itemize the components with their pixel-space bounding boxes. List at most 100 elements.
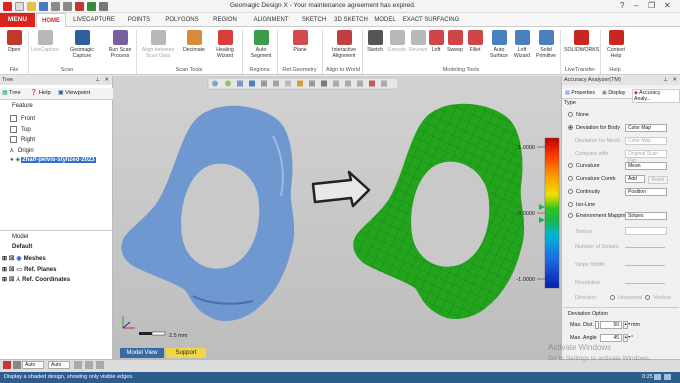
filter-auto-select[interactable]: Auto — [48, 361, 70, 369]
ribbon-button-solid-primitive[interactable]: Solid Primitive — [534, 30, 558, 59]
help-icon[interactable]: ? — [620, 1, 624, 10]
light-icon[interactable] — [297, 80, 303, 87]
ribbon-button-decimate[interactable]: Decimate — [180, 30, 208, 53]
tab-viewpoint[interactable]: ▣ Viewpoint — [58, 90, 90, 96]
ribbon-button-extrude[interactable]: Extrude — [386, 30, 408, 53]
type-option-deviation-for-mesh[interactable]: Deviation for Mesh — [575, 138, 620, 144]
tree-item-mesh-selected[interactable]: ● ◈ 2half-pelvis-stylized-2023 — [10, 156, 96, 166]
direction-vertical-radio[interactable]: Vertical — [645, 295, 671, 301]
max-angle-input[interactable]: 45 — [600, 334, 622, 342]
tab-exact-surfacing[interactable]: EXACT SURFACING — [402, 13, 460, 27]
tab-accuracy-analyzer[interactable]: ◆ Accuracy Analy... — [632, 89, 680, 103]
maximize-button[interactable]: ❐ — [648, 1, 655, 10]
stripes-count-slider[interactable] — [625, 247, 665, 248]
expand-icon[interactable]: ⊞ — [2, 267, 7, 273]
max-dist-checkbox[interactable] — [595, 321, 599, 329]
type-option-deviation-for-body[interactable]: Deviation for Body — [568, 125, 620, 131]
new-file-icon[interactable] — [15, 2, 24, 11]
3d-viewport[interactable]: 1.0000 0.0000 -1.0000 2.5 mm — [113, 76, 561, 359]
tab-help[interactable]: ❓ Help — [30, 90, 51, 96]
open-folder-icon[interactable] — [27, 2, 36, 11]
selection-mode-icon[interactable] — [13, 361, 21, 369]
checkbox-icon[interactable]: ☒ — [9, 277, 14, 283]
type-option-continuity[interactable]: Continuity — [568, 189, 600, 195]
expand-icon[interactable]: ⊞ — [2, 256, 7, 262]
model-item-ref-planes[interactable]: ⊞ ☒ ▭ Ref. Planes — [2, 266, 56, 273]
pin-icon[interactable]: ⊥ — [95, 76, 100, 85]
close-icon[interactable]: ✕ — [104, 76, 109, 85]
max-angle-spinner[interactable]: ▲▼ — [623, 334, 631, 342]
tree-item-origin[interactable]: ⅄ Origin — [10, 147, 34, 154]
type-option-curvature[interactable]: Curvature — [568, 163, 600, 169]
toolbar-tool-icon[interactable] — [75, 2, 84, 11]
ribbon-button-healing-wizard[interactable]: Healing Wizard — [210, 30, 240, 59]
type-option-iso-line[interactable]: Iso-Line — [568, 202, 595, 208]
ribbon-button-interactive-alignment[interactable]: Interactive Alignment — [328, 30, 360, 59]
undo-icon[interactable] — [51, 2, 60, 11]
type-option-curvature-comb[interactable]: Curvature Comb — [568, 176, 616, 182]
tab-region[interactable]: REGION — [208, 13, 242, 27]
wireframe-display-icon[interactable] — [261, 80, 267, 87]
view-cube-icon[interactable] — [237, 80, 243, 87]
tab-alignment[interactable]: ALIGNMENT — [248, 13, 294, 27]
max-dist-input[interactable]: 50 — [600, 321, 622, 329]
customize-quick-access-icon[interactable] — [99, 2, 108, 11]
ribbon-button-fillet[interactable]: Fillet — [466, 30, 484, 53]
ribbon-button-livecapture[interactable]: LiveCapture — [30, 30, 60, 53]
toolbar-tool-icon[interactable] — [87, 2, 96, 11]
select-mode-icon[interactable] — [273, 80, 279, 87]
ribbon-button-geomagic-capture[interactable]: Geomagic Capture — [62, 30, 102, 59]
type-option-value-select[interactable]: Mean — [625, 162, 667, 170]
deviation-display-icon[interactable] — [369, 80, 375, 87]
tab-tree[interactable]: ▦ Tree — [2, 90, 21, 96]
type-option-value-select[interactable]: Color Map — [625, 124, 667, 132]
model-item-ref-coordinates[interactable]: ⊞ ☒ ⅄ Ref. Coordinates — [2, 276, 70, 283]
type-option-environment-mapping[interactable]: Environment Mapping — [568, 213, 628, 219]
tab-support[interactable]: Support — [166, 348, 206, 358]
close-button[interactable]: ✕ — [664, 1, 671, 10]
ribbon-button-loft[interactable]: Loft — [428, 30, 444, 53]
ribbon-button-context-help[interactable]: Context Help — [603, 30, 629, 59]
filter-icon[interactable] — [285, 80, 291, 87]
viewport-canvas[interactable]: 1.0000 0.0000 -1.0000 2.5 mm — [113, 76, 561, 359]
type-option-value-select[interactable]: Original Scan Dat — [625, 150, 667, 164]
bottom-tool-icon[interactable] — [96, 361, 104, 369]
stripe-width-slider[interactable] — [625, 265, 665, 266]
type-option-value-select[interactable]: Position — [625, 188, 667, 196]
minimize-button[interactable]: – — [634, 1, 638, 10]
tree-item-top[interactable]: Top — [10, 126, 31, 133]
pin-icon[interactable]: ⊥ — [663, 76, 668, 85]
ribbon-button-auto-segment[interactable]: Auto Segment — [246, 30, 276, 59]
texture-select[interactable] — [625, 227, 667, 235]
tab-polygons[interactable]: POLYGONS — [160, 13, 204, 27]
bottom-tool-icon[interactable] — [74, 361, 82, 369]
zoom-fit-icon[interactable] — [225, 80, 231, 87]
menu-button[interactable]: MENU — [0, 13, 35, 27]
selection-filter-icon[interactable] — [3, 361, 11, 369]
ribbon-button-align-between-scan-data[interactable]: Align between Scan Data — [138, 30, 178, 59]
expand-icon[interactable]: ⊞ — [2, 277, 7, 283]
checkbox-icon[interactable]: ☒ — [9, 256, 14, 262]
tab-sketch[interactable]: SKETCH — [298, 13, 330, 27]
ribbon-button-run-scan-process[interactable]: Run Scan Process — [104, 30, 136, 59]
shaded-display-icon[interactable] — [249, 80, 255, 87]
view-option-icon[interactable] — [357, 80, 363, 87]
bottom-tool-icon[interactable] — [85, 361, 93, 369]
tab-properties[interactable]: ▤ Properties — [565, 90, 595, 96]
type-option-none[interactable]: None — [568, 112, 589, 118]
tab-home[interactable]: HOME — [36, 13, 66, 27]
type-option-value-select[interactable]: Color Map — [625, 137, 667, 145]
reset-button[interactable]: Reset — [648, 176, 668, 184]
checkbox-icon[interactable]: ☒ — [9, 267, 14, 273]
measure-icon[interactable] — [321, 80, 327, 87]
model-item-meshes[interactable]: ⊞ ☒ ◉ Meshes — [2, 255, 46, 262]
tree-item-right[interactable]: Right — [10, 136, 35, 143]
ribbon-button-open[interactable]: Open — [2, 30, 26, 53]
tab-livecapture[interactable]: LIVECAPTURE — [70, 13, 118, 27]
ribbon-button-sweep[interactable]: Sweep — [446, 30, 464, 53]
tab-model-view[interactable]: Model View — [120, 348, 164, 358]
tab-display[interactable]: ▣ Display — [602, 90, 625, 96]
view-orientation-icon[interactable] — [212, 80, 218, 87]
close-icon[interactable]: ✕ — [672, 76, 677, 85]
ribbon-button-solidworks[interactable]: SOLIDWORKS — [564, 30, 599, 53]
